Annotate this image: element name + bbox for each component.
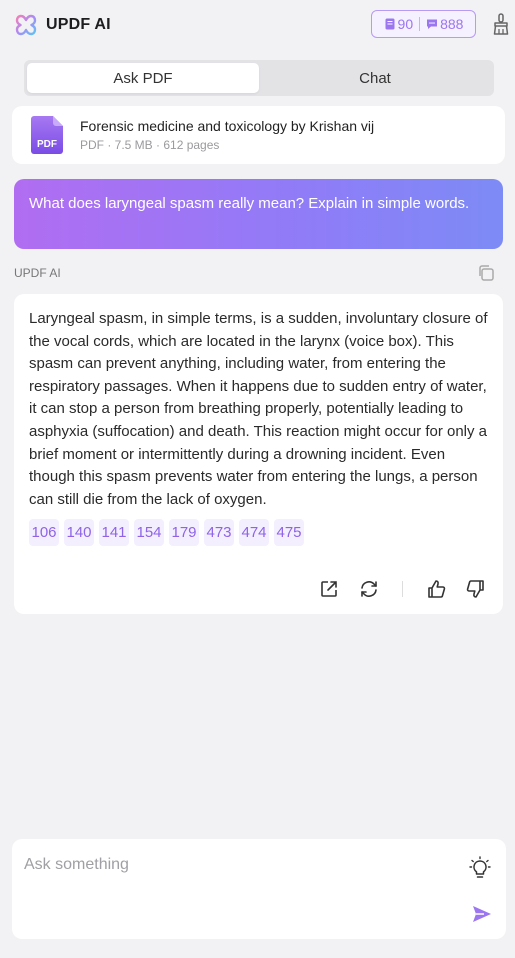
copy-icon[interactable] (476, 263, 496, 283)
answer-actions (318, 578, 487, 600)
page-reference[interactable]: 474 (239, 519, 269, 547)
dislike-button[interactable] (465, 578, 487, 600)
updf-logo-icon (15, 14, 37, 36)
page-reference[interactable]: 106 (29, 519, 59, 547)
regenerate-button[interactable] (358, 578, 380, 600)
send-icon[interactable] (471, 903, 493, 925)
tab-ask-pdf[interactable]: Ask PDF (27, 63, 259, 93)
page-reference[interactable]: 140 (64, 519, 94, 547)
quota-badge[interactable]: 90 888 (371, 10, 476, 38)
export-icon (321, 581, 337, 597)
tab-chat[interactable]: Chat (259, 63, 491, 93)
quota-divider (419, 17, 421, 31)
page-reference[interactable]: 475 (274, 519, 304, 547)
page-reference[interactable]: 179 (169, 519, 199, 547)
ask-input-box (12, 839, 506, 939)
thumbs-up-icon (428, 580, 446, 598)
lightbulb-icon[interactable] (469, 856, 491, 880)
doc-quota-value: 90 (397, 16, 414, 32)
clear-chat-button[interactable] (491, 12, 511, 36)
regenerate-icon (361, 581, 377, 597)
message-quota: 888 (426, 16, 463, 32)
app-title: UPDF AI (46, 16, 111, 33)
file-info: Forensic medicine and toxicology by Kris… (80, 118, 374, 152)
pdf-file-icon: PDF (31, 116, 63, 154)
updf-ai-panel: UPDF AI 90 888 Ask PDF Chat PDF Forensic… (0, 0, 515, 958)
document-icon (385, 18, 395, 30)
file-meta: PDF · 7.5 MB · 612 pages (80, 138, 220, 152)
doc-quota: 90 (384, 16, 414, 32)
mode-tabs: Ask PDF Chat (24, 60, 494, 96)
file-card[interactable]: PDF Forensic medicine and toxicology by … (12, 106, 505, 164)
ai-answer-card: Laryngeal spasm, in simple terms, is a s… (14, 294, 503, 614)
export-button[interactable] (318, 578, 340, 600)
file-name: Forensic medicine and toxicology by Kris… (80, 118, 375, 134)
ask-input[interactable] (22, 853, 456, 877)
page-references: 106 140 141 154 179 473 474 475 (29, 519, 488, 547)
message-quota-value: 888 (440, 16, 464, 32)
page-reference[interactable]: 141 (99, 519, 129, 547)
ai-label: UPDF AI (14, 266, 61, 280)
pdf-icon-label: PDF (37, 139, 57, 150)
message-icon (427, 19, 438, 29)
page-reference[interactable]: 473 (204, 519, 234, 547)
header: UPDF AI 90 888 (0, 0, 515, 50)
like-button[interactable] (425, 578, 447, 600)
page-reference[interactable]: 154 (134, 519, 164, 547)
user-message: What does laryngeal spasm really mean? E… (14, 179, 503, 249)
ai-answer-text: Laryngeal spasm, in simple terms, is a s… (29, 310, 488, 508)
actions-divider (402, 581, 403, 597)
broom-icon (493, 13, 509, 35)
thumbs-down-icon (466, 580, 484, 598)
